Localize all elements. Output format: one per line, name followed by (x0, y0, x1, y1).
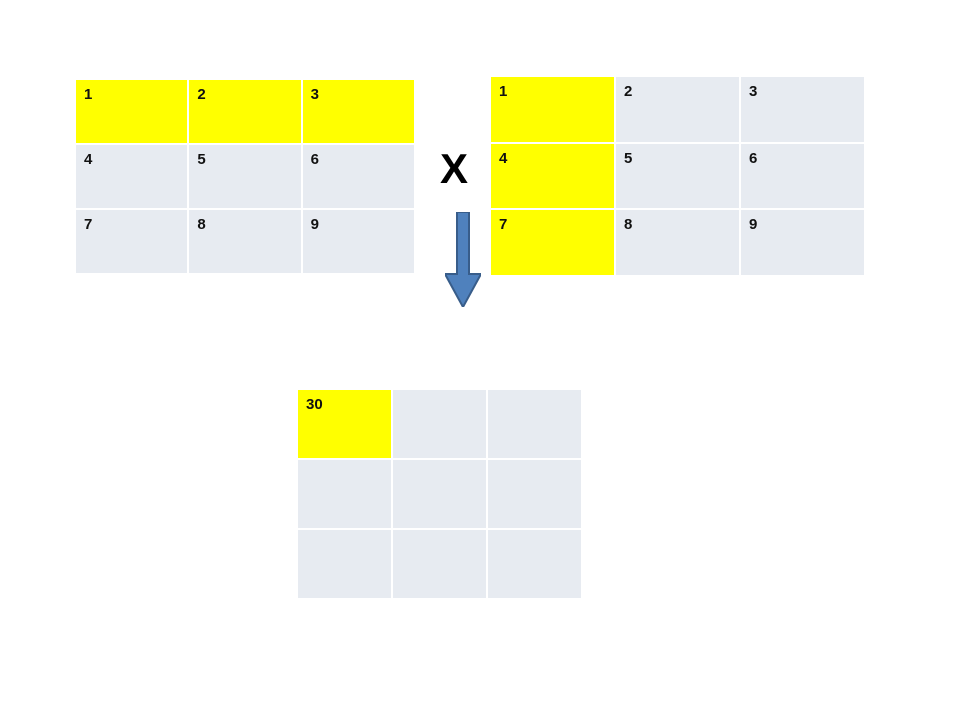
matrix-a-cell: 6 (302, 144, 415, 209)
matrix-result: 30 (297, 389, 582, 599)
matrix-b-cell: 4 (490, 143, 615, 210)
matrix-a-cell: 7 (75, 209, 188, 274)
arrow-down-icon (445, 212, 481, 307)
matrix-a-cell: 1 (75, 79, 188, 144)
matrix-a-cell: 5 (188, 144, 301, 209)
matrix-a-cell: 3 (302, 79, 415, 144)
matrix-a-cell: 8 (188, 209, 301, 274)
matrix-b: 1 2 3 4 5 6 7 8 9 (490, 76, 865, 276)
matrix-a-cell: 4 (75, 144, 188, 209)
matrix-c-cell (297, 529, 392, 599)
matrix-c-cell (392, 529, 487, 599)
matrix-b-cell: 2 (615, 76, 740, 143)
multiply-symbol: X (440, 148, 468, 190)
matrix-c-cell (487, 389, 582, 459)
matrix-b-cell: 8 (615, 209, 740, 276)
matrix-b-cell: 7 (490, 209, 615, 276)
matrix-b-cell: 3 (740, 76, 865, 143)
matrix-a-cell: 9 (302, 209, 415, 274)
matrix-c-cell (487, 459, 582, 529)
matrix-b-cell: 1 (490, 76, 615, 143)
matrix-c-cell (392, 389, 487, 459)
matrix-b-cell: 5 (615, 143, 740, 210)
matrix-c-cell (487, 529, 582, 599)
matrix-c-cell: 30 (297, 389, 392, 459)
matrix-a-cell: 2 (188, 79, 301, 144)
matrix-a: 1 2 3 4 5 6 7 8 9 (75, 79, 415, 274)
matrix-b-cell: 6 (740, 143, 865, 210)
matrix-c-cell (297, 459, 392, 529)
matrix-c-cell (392, 459, 487, 529)
matrix-b-cell: 9 (740, 209, 865, 276)
